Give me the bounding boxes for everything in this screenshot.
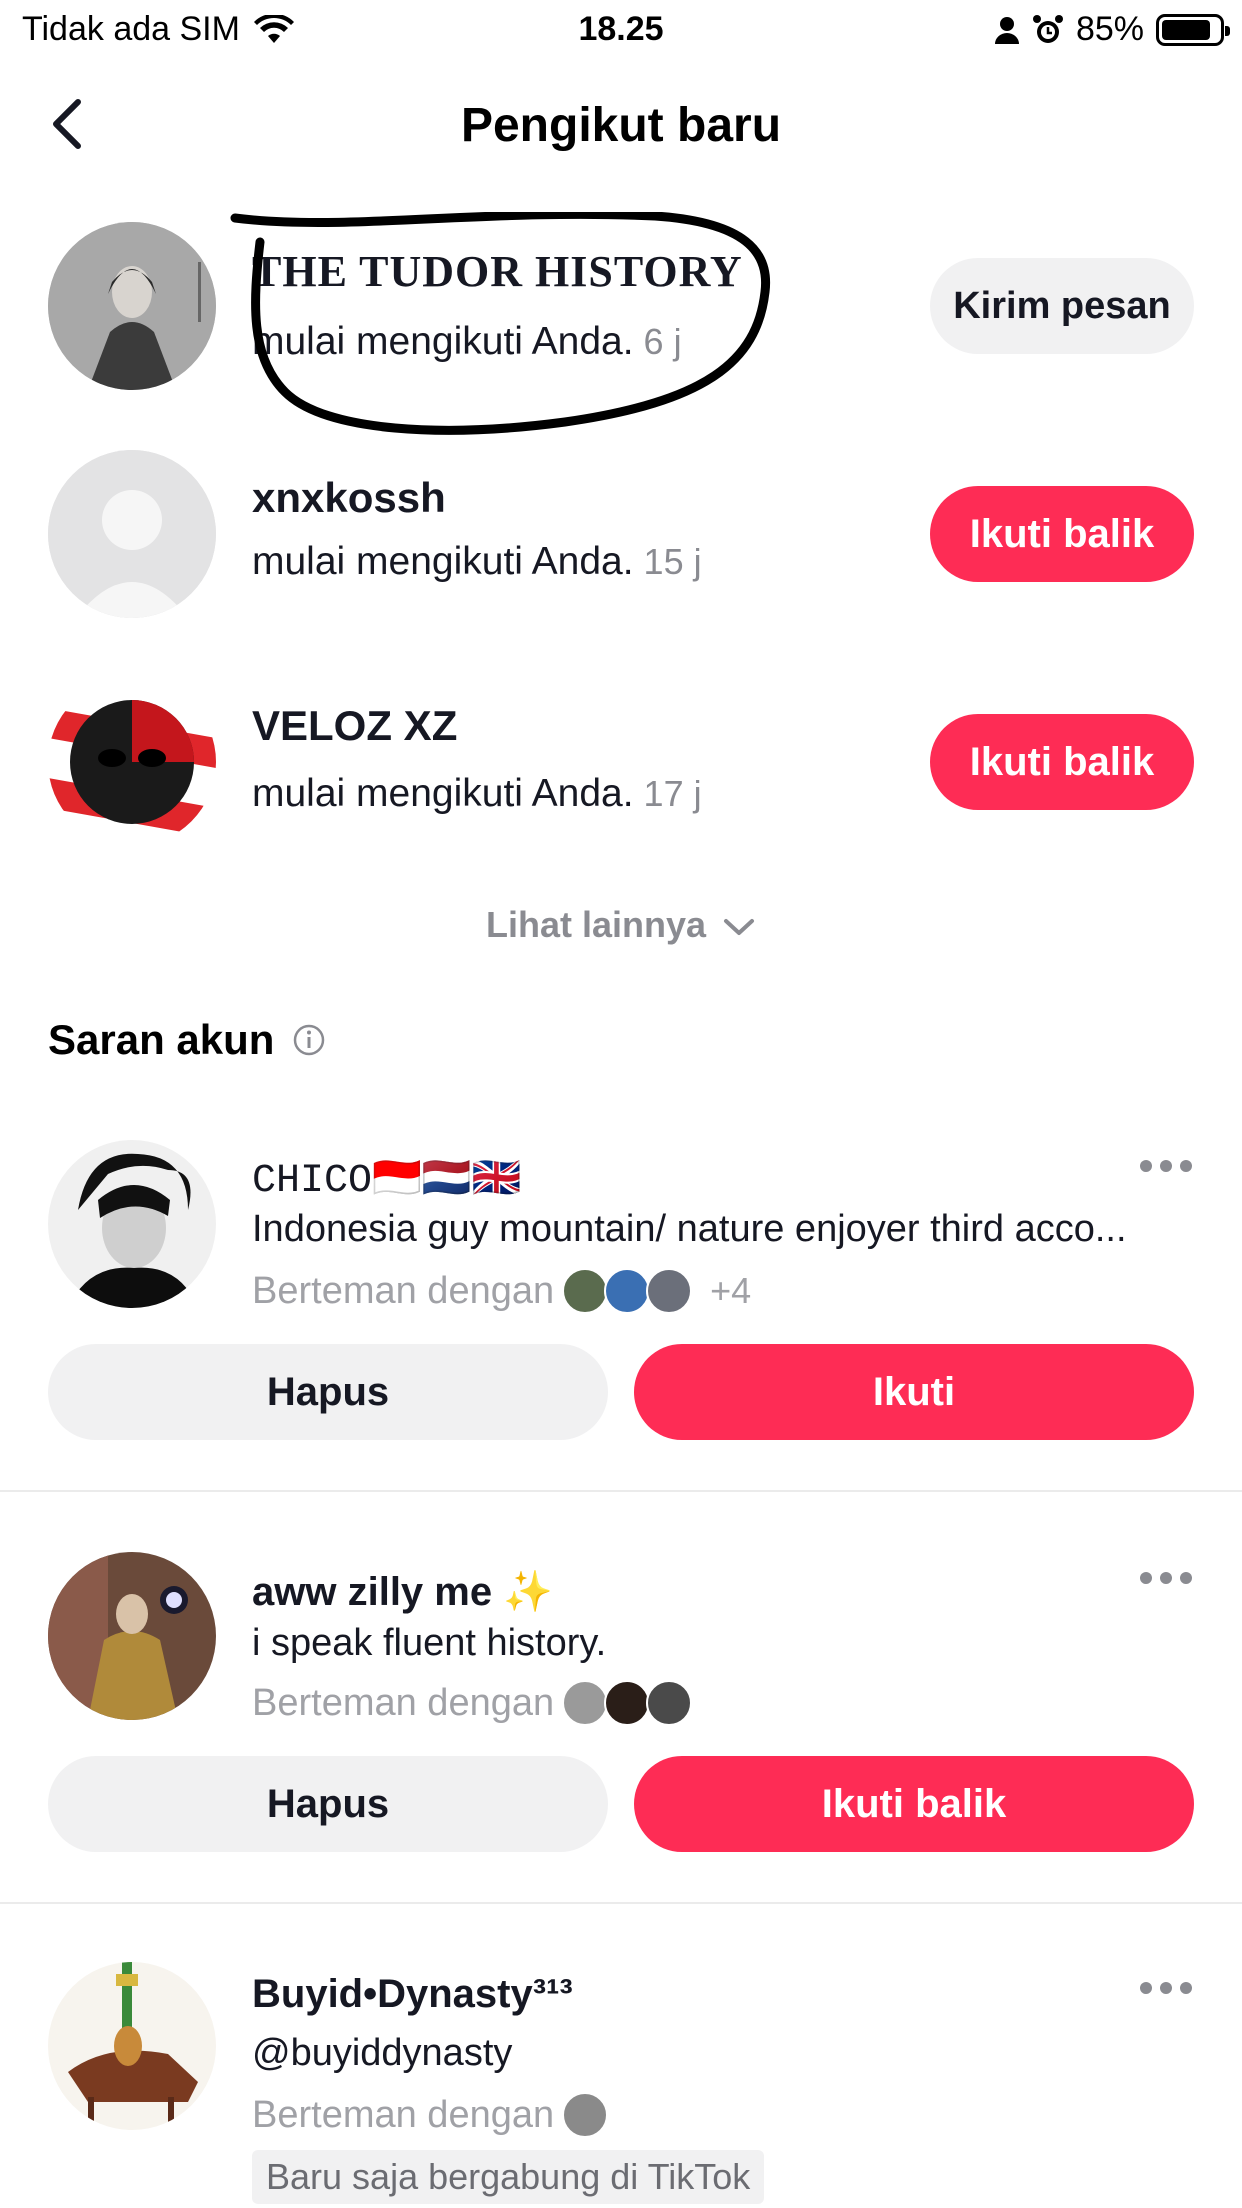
bio: Indonesia guy mountain/ nature enjoyer t… xyxy=(252,1208,1127,1250)
handle: @buyiddynasty xyxy=(252,2032,513,2074)
follow-back-button[interactable]: Ikuti balik xyxy=(930,714,1194,810)
avatar[interactable] xyxy=(48,450,216,618)
username: Buyid•Dynasty³¹³ xyxy=(252,1972,573,2016)
remove-button[interactable]: Hapus xyxy=(48,1756,608,1852)
mini-avatar xyxy=(562,1680,609,1726)
section-title: Saran akun xyxy=(48,1016,326,1064)
mutual-avatars xyxy=(562,2092,609,2138)
alarm-icon xyxy=(1032,14,1063,43)
battery-percent: 85% xyxy=(1075,10,1144,48)
see-more-link[interactable]: Lihat lainnya xyxy=(0,904,1242,946)
username: VELOZ XZ xyxy=(252,702,458,749)
suggestions-heading: Saran akun xyxy=(48,1016,275,1063)
chevron-down-icon xyxy=(724,919,755,936)
username: THE TUDOR HISTORY xyxy=(252,247,743,296)
mini-avatar xyxy=(562,2092,609,2138)
battery-icon xyxy=(1156,13,1230,46)
mutual-label: Berteman dengan xyxy=(252,1681,555,1724)
bio: i speak fluent history. xyxy=(252,1622,607,1664)
mini-avatar xyxy=(604,1268,651,1314)
send-message-button[interactable]: Kirim pesan xyxy=(930,258,1194,354)
mini-avatar xyxy=(562,1268,609,1314)
page-title: Pengikut baru xyxy=(460,99,782,152)
more-options-icon[interactable] xyxy=(1140,1572,1192,1584)
mutual-label: Berteman dengan xyxy=(252,2093,555,2136)
info-icon[interactable] xyxy=(292,1023,326,1057)
header: Pengikut baru xyxy=(0,62,1242,192)
divider xyxy=(0,1902,1242,1904)
avatar[interactable] xyxy=(48,1552,216,1720)
avatar[interactable] xyxy=(48,222,216,390)
mutual-avatars xyxy=(562,1680,693,1726)
username: xnxkossh xyxy=(252,474,446,521)
mutual-friends: Berteman dengan xyxy=(252,2092,609,2138)
mutual-friends: Berteman dengan +4 xyxy=(252,1268,751,1314)
mini-avatar xyxy=(646,1268,693,1314)
avatar[interactable] xyxy=(48,678,216,846)
mutual-avatars xyxy=(562,1268,693,1314)
remove-button[interactable]: Hapus xyxy=(48,1344,608,1440)
follow-notice: mulai mengikuti Anda. 6 j xyxy=(252,320,682,364)
suggestion-card: CHICO🇮🇩🇳🇱🇬🇧 Indonesia guy mountain/ natu… xyxy=(0,1140,1242,1490)
new-user-tag: Baru saja bergabung di TikTok xyxy=(252,2150,765,2204)
follow-action-text: mulai mengikuti Anda. xyxy=(252,772,634,815)
mutual-friends: Berteman dengan xyxy=(252,1680,693,1726)
follow-action-text: mulai mengikuti Anda. xyxy=(252,320,634,363)
person-icon xyxy=(994,16,1019,44)
see-more-label: Lihat lainnya xyxy=(485,904,707,945)
follower-row[interactable]: xnxkossh mulai mengikuti Anda. 15 j Ikuti… xyxy=(0,440,1242,668)
time-ago: 17 j xyxy=(643,773,702,814)
time-ago: 15 j xyxy=(643,541,702,582)
follow-back-button[interactable]: Ikuti balik xyxy=(634,1756,1194,1852)
avatar[interactable] xyxy=(48,1140,216,1308)
more-options-icon[interactable] xyxy=(1140,1982,1192,1994)
follower-row[interactable]: VELOZ XZ mulai mengikuti Anda. 17 j Ikuti… xyxy=(0,668,1242,896)
username: aww zilly me ✨ xyxy=(252,1570,554,1614)
mutual-more-count: +4 xyxy=(710,1270,752,1311)
avatar[interactable] xyxy=(48,1962,216,2130)
follow-notice: mulai mengikuti Anda. 17 j xyxy=(252,772,702,816)
mini-avatar xyxy=(604,1680,651,1726)
follow-action-text: mulai mengikuti Anda. xyxy=(252,540,634,583)
status-bar: Tidak ada SIM 18.25 85% xyxy=(0,0,1242,62)
divider xyxy=(0,1490,1242,1492)
suggestion-card: Buyid•Dynasty³¹³ @buyiddynasty Berteman … xyxy=(0,1962,1242,2208)
username: CHICO🇮🇩🇳🇱🇬🇧 xyxy=(252,1159,522,1204)
status-icons: 85% xyxy=(994,10,1230,49)
follow-notice: mulai mengikuti Anda. 15 j xyxy=(252,540,702,584)
follow-back-button[interactable]: Ikuti balik xyxy=(930,486,1194,582)
mutual-label: Berteman dengan xyxy=(252,1269,555,1312)
mini-avatar xyxy=(646,1680,693,1726)
time-ago: 6 j xyxy=(643,321,682,362)
suggestion-card: aww zilly me ✨ i speak fluent history. B… xyxy=(0,1552,1242,1892)
follow-button[interactable]: Ikuti xyxy=(634,1344,1194,1440)
more-options-icon[interactable] xyxy=(1140,1160,1192,1172)
follower-row[interactable]: THE TUDOR HISTORY mulai mengikuti Anda. 6… xyxy=(0,212,1242,440)
